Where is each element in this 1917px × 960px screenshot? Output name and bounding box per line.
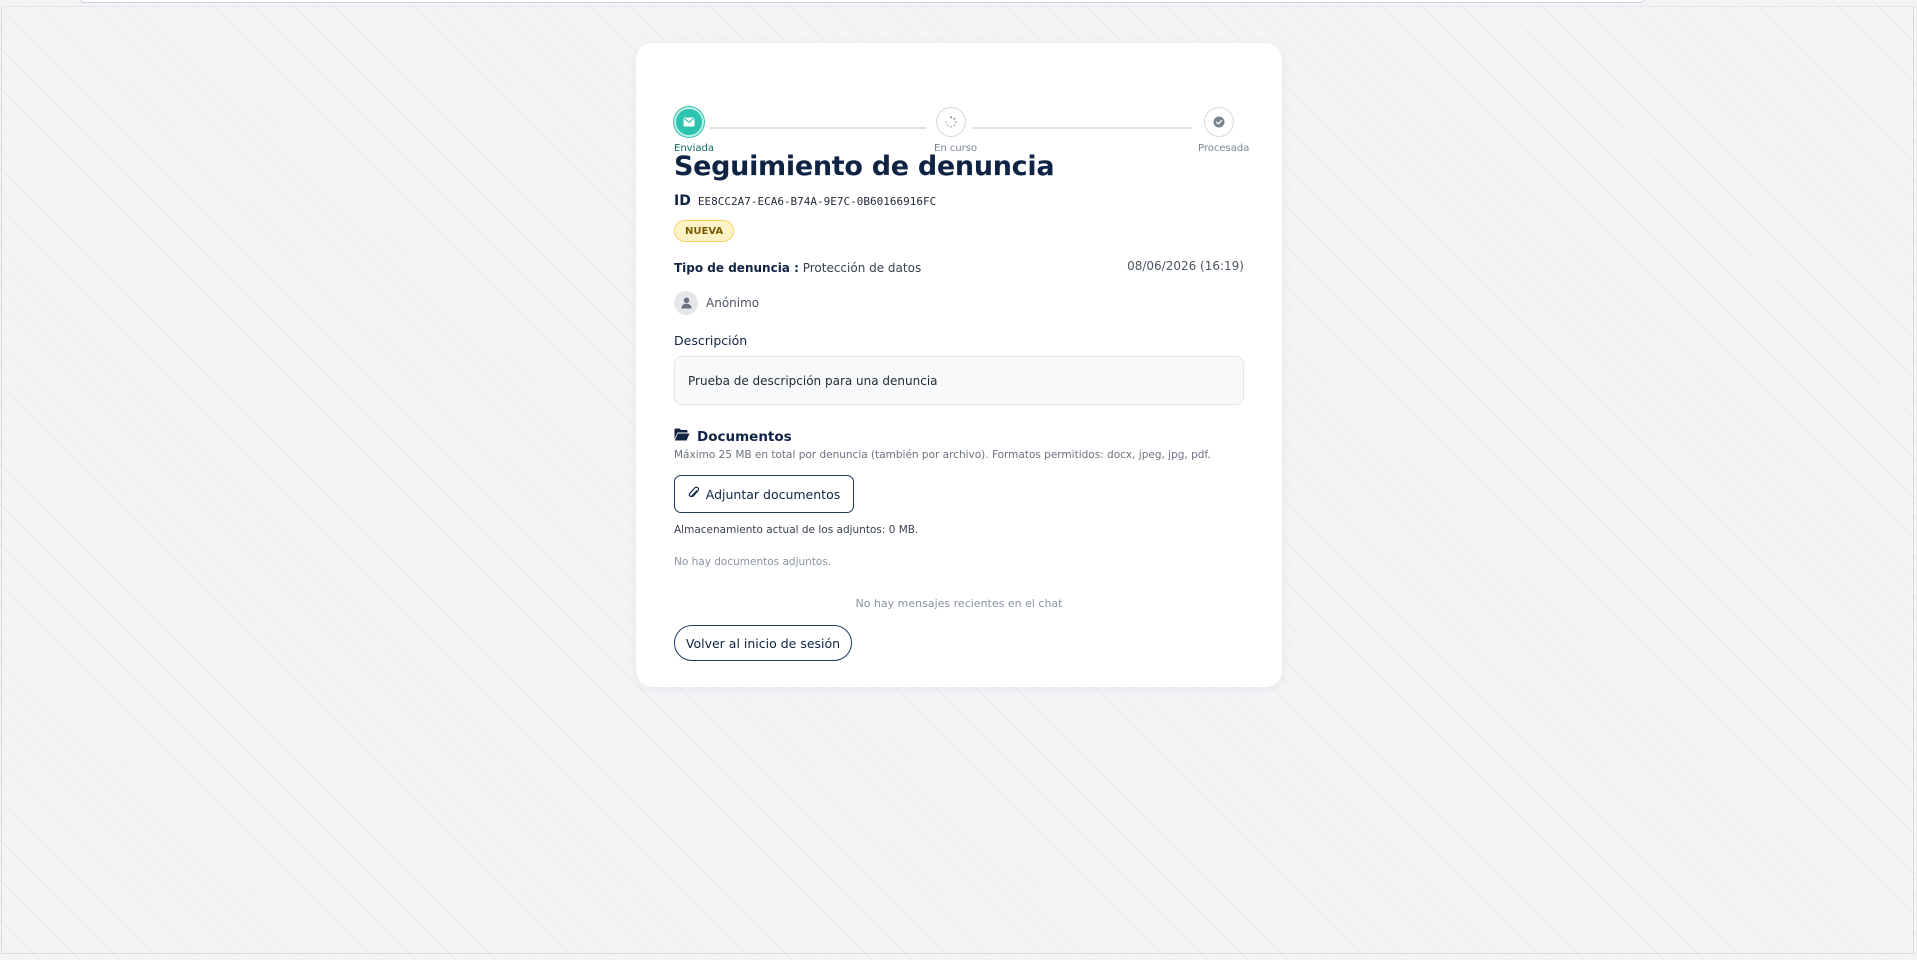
complaint-date: 08/06/2026 (16:19) [1127, 259, 1244, 273]
complaint-type-label: Tipo de denuncia : [674, 261, 799, 275]
paperclip-icon [688, 486, 699, 503]
folder-open-icon [674, 428, 690, 445]
stepper-connector [972, 127, 1192, 129]
documents-heading: Documentos [674, 428, 792, 445]
reporter-name: Anónimo [706, 296, 760, 310]
browser-top-bar [80, 0, 1644, 3]
id-label: ID [674, 193, 691, 209]
description-label: Descripción [674, 333, 748, 348]
complaint-type-value: Protección de datos [802, 261, 922, 275]
user-icon [674, 291, 698, 315]
back-to-login-label: Volver al inicio de sesión [685, 635, 841, 651]
reporter: Anónimo [674, 291, 759, 315]
documents-help-text: Máximo 25 MB en total por denuncia (tamb… [674, 449, 1211, 461]
no-chat-messages-text: No hay mensajes recientes en el chat [855, 597, 1063, 610]
status-badge: NUEVA [674, 220, 735, 242]
attach-documents-button[interactable]: Adjuntar documentos [674, 475, 854, 513]
check-circle-icon [1204, 107, 1234, 137]
step-label: Procesada [1198, 143, 1250, 154]
progress-stepper: Enviada En curso Procesada [674, 78, 1249, 154]
complaint-id: ID EE8CC2A7-ECA6-B74A-9E7C-0B60166916FC [674, 193, 936, 209]
complaint-card: Enviada En curso Procesada Seguimiento d… [636, 43, 1282, 687]
description-box: Prueba de descripción para una denuncia [674, 356, 1244, 405]
page-title: Seguimiento de denuncia [674, 151, 1055, 182]
envelope-icon [674, 107, 704, 137]
spinner-icon [936, 107, 966, 137]
stepper-connector [710, 127, 926, 129]
attach-documents-label: Adjuntar documentos [705, 486, 841, 502]
description-text: Prueba de descripción para una denuncia [688, 373, 938, 388]
back-to-login-button[interactable]: Volver al inicio de sesión [674, 625, 852, 661]
storage-info: Almacenamiento actual de los adjuntos: 0… [674, 524, 919, 536]
complaint-type: Tipo de denuncia : Protección de datos [674, 261, 921, 275]
id-value: EE8CC2A7-ECA6-B74A-9E7C-0B60166916FC [697, 195, 937, 208]
documents-title: Documentos [697, 428, 792, 445]
no-documents-text: No hay documentos adjuntos. [674, 556, 832, 568]
